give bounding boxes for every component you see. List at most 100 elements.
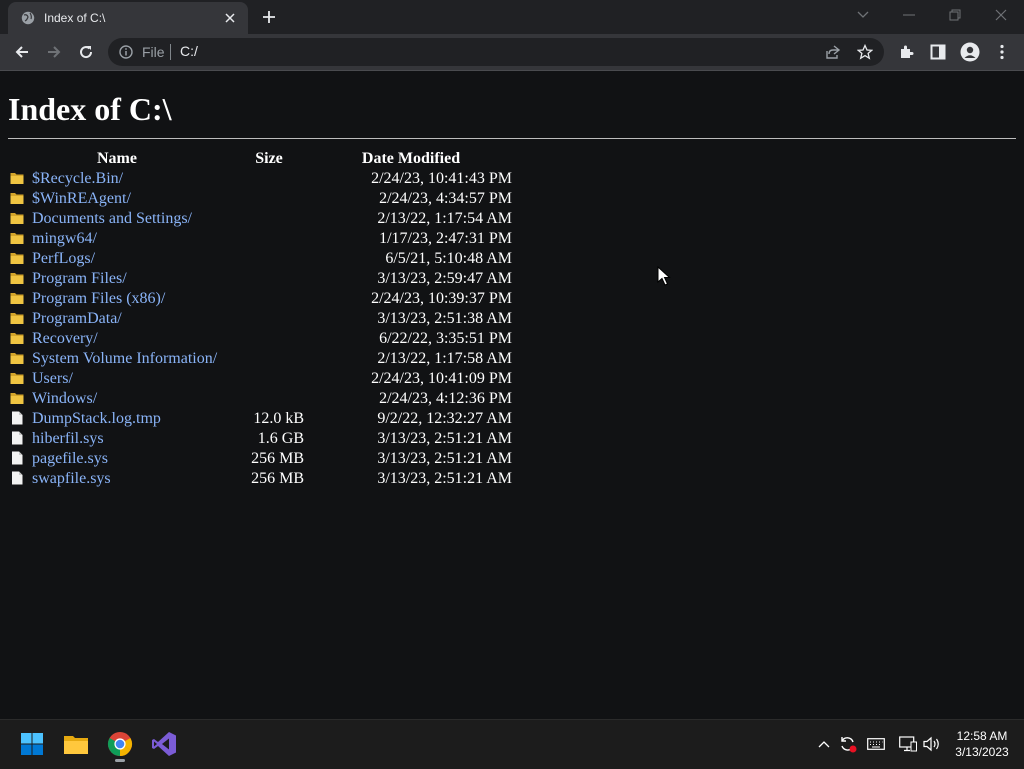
list-item: $WinREAgent/2/24/23, 4:34:57 PM: [6, 189, 512, 209]
close-window-button[interactable]: [978, 0, 1024, 30]
folder-link[interactable]: Users/: [32, 370, 73, 387]
entry-name-cell: System Volume Information/: [6, 349, 228, 369]
entry-name-cell: Recovery/: [6, 329, 228, 349]
list-item: DumpStack.log.tmp 12.0 kB 9/2/22, 12:32:27…: [6, 409, 512, 429]
entry-name-cell: hiberfil.sys: [6, 429, 228, 449]
network-display-icon[interactable]: [898, 734, 918, 754]
folder-link[interactable]: $Recycle.Bin/: [32, 170, 123, 187]
volume-speaker-icon[interactable]: [922, 734, 942, 754]
entry-size: [228, 289, 310, 309]
menu-kebab-icon[interactable]: [988, 38, 1016, 66]
file-icon: [10, 471, 24, 485]
info-icon[interactable]: [118, 44, 134, 60]
folder-link[interactable]: ProgramData/: [32, 310, 122, 327]
forward-button[interactable]: [40, 38, 68, 66]
entry-date-modified: 3/13/23, 2:51:38 AM: [377, 310, 512, 327]
entry-size: 12.0 kB: [253, 410, 304, 427]
entry-date-modified: 2/13/22, 1:17:58 AM: [377, 350, 512, 367]
entry-size: [228, 349, 310, 369]
windows-start-icon[interactable]: [16, 728, 48, 760]
folder-icon: [10, 191, 24, 205]
file-link[interactable]: pagefile.sys: [32, 450, 108, 467]
file-link[interactable]: DumpStack.log.tmp: [32, 410, 161, 427]
column-date-modified[interactable]: Date Modified: [310, 149, 512, 169]
address-bar[interactable]: File C:/: [108, 38, 884, 66]
entry-date-modified: 3/13/23, 2:51:21 AM: [377, 450, 512, 467]
list-item: ProgramData/3/13/23, 2:51:38 AM: [6, 309, 512, 329]
folder-link[interactable]: PerfLogs/: [32, 250, 95, 267]
show-hidden-icons-chevron-up-icon[interactable]: [814, 734, 834, 754]
entry-size: 256 MB: [251, 470, 304, 487]
entry-size: [228, 269, 310, 289]
list-item: Windows/2/24/23, 4:12:36 PM: [6, 389, 512, 409]
taskbar-clock[interactable]: 12:58 AM 3/13/2023: [946, 728, 1018, 760]
visual-studio-icon[interactable]: [148, 728, 180, 760]
entry-date-modified: 6/22/22, 3:35:51 PM: [379, 330, 512, 347]
minimize-button[interactable]: [886, 0, 932, 30]
list-item: pagefile.sys 256 MB 3/13/23, 2:51:21 AM: [6, 449, 512, 469]
entry-date-modified: 2/24/23, 4:34:57 PM: [379, 190, 512, 207]
entry-date-modified: 6/5/21, 5:10:48 AM: [385, 250, 512, 267]
close-tab-icon[interactable]: [222, 10, 238, 26]
entry-size: [228, 209, 310, 229]
new-tab-button[interactable]: [258, 6, 280, 28]
folder-link[interactable]: Program Files/: [32, 270, 127, 287]
chrome-icon[interactable]: [104, 728, 136, 762]
back-button[interactable]: [8, 38, 36, 66]
entry-name-cell: Program Files (x86)/: [6, 289, 228, 309]
folder-link[interactable]: $WinREAgent/: [32, 190, 131, 207]
reload-button[interactable]: [72, 38, 100, 66]
entry-date-modified: 9/2/22, 12:32:27 AM: [377, 410, 512, 427]
bookmark-star-icon[interactable]: [856, 43, 874, 61]
sync-update-icon[interactable]: [838, 734, 858, 754]
url-text[interactable]: C:/: [180, 43, 198, 59]
column-size[interactable]: Size: [228, 149, 310, 169]
file-link[interactable]: hiberfil.sys: [32, 430, 104, 447]
entry-name-cell: Program Files/: [6, 269, 228, 289]
folder-icon: [10, 371, 24, 385]
restore-button[interactable]: [932, 0, 978, 30]
listing-header: Name Size Date Modified: [6, 149, 512, 169]
list-item: hiberfil.sys 1.6 GB 3/13/23, 2:51:21 AM: [6, 429, 512, 449]
folder-link[interactable]: Windows/: [32, 390, 97, 407]
entry-name-cell: Users/: [6, 369, 228, 389]
folder-link[interactable]: System Volume Information/: [32, 350, 217, 367]
file-explorer-icon[interactable]: [60, 728, 92, 760]
column-name[interactable]: Name: [6, 149, 228, 169]
entry-name-cell: ProgramData/: [6, 309, 228, 329]
browser-tab[interactable]: Index of C:\: [8, 2, 248, 34]
folder-link[interactable]: Documents and Settings/: [32, 210, 192, 227]
entry-name-cell: mingw64/: [6, 229, 228, 249]
folder-link[interactable]: Recovery/: [32, 330, 98, 347]
folder-link[interactable]: Program Files (x86)/: [32, 290, 165, 307]
entry-date-modified: 2/24/23, 10:39:37 PM: [371, 290, 512, 307]
keyboard-icon[interactable]: [866, 734, 886, 754]
directory-listing: Name Size Date Modified $Recycle.Bin/2/2…: [6, 149, 512, 489]
folder-icon: [10, 171, 24, 185]
entry-date-modified: 2/24/23, 10:41:43 PM: [371, 170, 512, 187]
extensions-icon[interactable]: [892, 38, 920, 66]
share-icon[interactable]: [824, 43, 842, 61]
page-title: Index of C:\: [8, 91, 172, 127]
folder-link[interactable]: mingw64/: [32, 230, 97, 247]
list-item: Program Files/3/13/23, 2:59:47 AM: [6, 269, 512, 289]
file-icon: [10, 431, 24, 445]
folder-icon: [10, 351, 24, 365]
list-item: PerfLogs/6/5/21, 5:10:48 AM: [6, 249, 512, 269]
tab-search-icon[interactable]: [840, 0, 886, 30]
list-item: Recovery/6/22/22, 3:35:51 PM: [6, 329, 512, 349]
entry-date-modified: 1/17/23, 2:47:31 PM: [379, 230, 512, 247]
tab-title: Index of C:\: [44, 11, 106, 25]
profile-avatar-icon[interactable]: [956, 38, 984, 66]
entry-size: [228, 249, 310, 269]
globe-icon: [20, 10, 36, 26]
entry-size: [228, 369, 310, 389]
entry-name-cell: $Recycle.Bin/: [6, 169, 228, 189]
folder-icon: [10, 231, 24, 245]
folder-icon: [10, 331, 24, 345]
file-link[interactable]: swapfile.sys: [32, 470, 111, 487]
clock-date: 3/13/2023: [955, 745, 1009, 759]
side-panel-icon[interactable]: [924, 38, 952, 66]
page-content: Index of C:\ Name Size Date Modified $Re…: [0, 71, 1024, 719]
scheme-divider: [170, 44, 171, 60]
